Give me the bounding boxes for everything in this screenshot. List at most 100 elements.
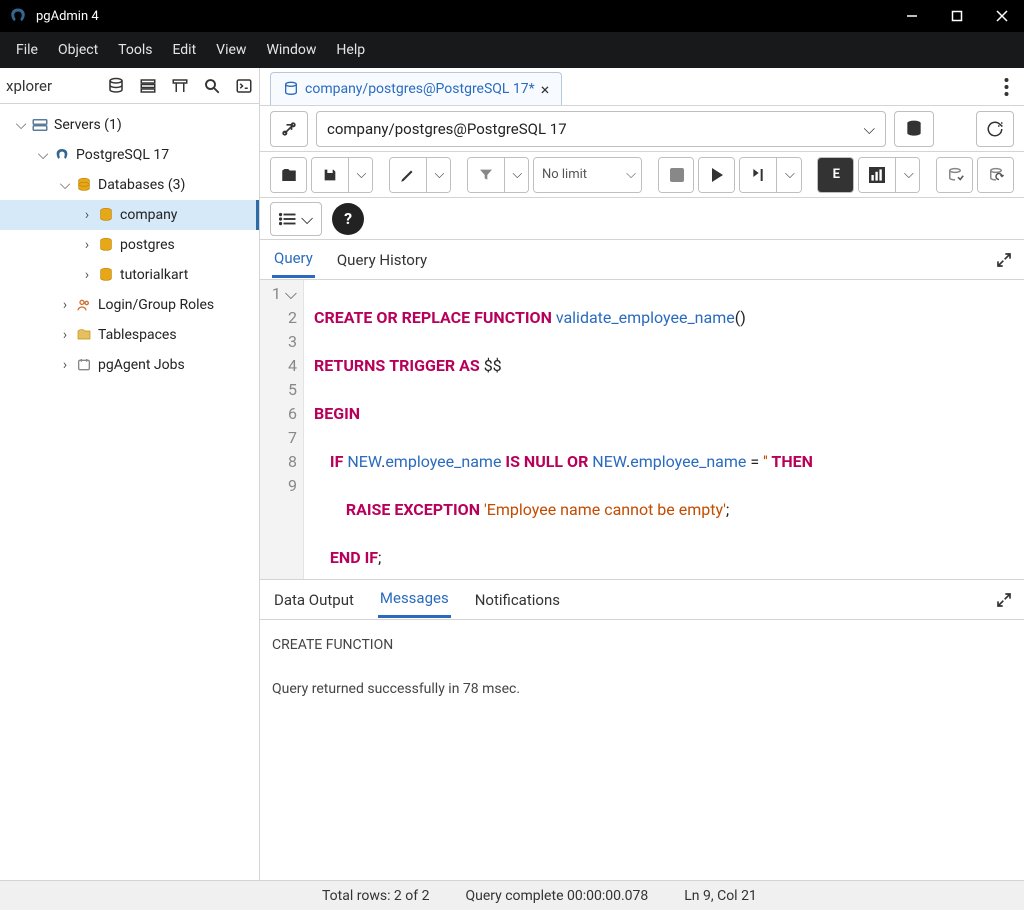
chevron-right-icon[interactable]: › — [80, 268, 94, 282]
chevron-right-icon[interactable]: › — [58, 298, 72, 312]
menu-object[interactable]: Object — [48, 38, 108, 62]
save-icon[interactable] — [312, 158, 348, 192]
menu-file[interactable]: File — [6, 38, 48, 62]
chevron-down-icon[interactable]: ⌵ — [14, 118, 28, 132]
chevron-down-icon[interactable]: ⌵ — [58, 178, 72, 192]
tree-databases[interactable]: ⌵ Databases (3) — [0, 170, 259, 200]
menu-tools[interactable]: Tools — [108, 38, 162, 62]
terminal-icon[interactable] — [229, 71, 259, 101]
connection-bar: company/postgres@PostgreSQL 17 ⌵ — [260, 106, 1024, 152]
object-tree[interactable]: ⌵ Servers (1) ⌵ PostgreSQL 17 ⌵ Database… — [0, 104, 259, 386]
output-line: Query returned successfully in 78 msec. — [272, 678, 1012, 700]
save-dropdown[interactable]: ⌵ — [348, 158, 373, 192]
stats-icon[interactable] — [165, 71, 195, 101]
tree-db-company[interactable]: › company — [0, 200, 259, 230]
chevron-down-icon[interactable]: ⌵ — [36, 148, 50, 162]
expand-icon[interactable] — [996, 592, 1012, 608]
execute-options-dropdown[interactable]: ⌵ — [776, 158, 801, 192]
sql-icon[interactable] — [133, 71, 163, 101]
search-icon[interactable] — [197, 71, 227, 101]
tree-tablespaces[interactable]: › Tablespaces — [0, 320, 259, 350]
chevron-right-icon[interactable]: › — [80, 208, 94, 222]
code-content[interactable]: CREATE OR REPLACE FUNCTION validate_empl… — [304, 280, 823, 579]
execute-options-icon[interactable] — [740, 158, 776, 192]
tab-query-tool[interactable]: company/postgres@PostgreSQL 17* × — [270, 72, 562, 105]
kebab-menu-icon[interactable] — [988, 69, 1024, 105]
edit-dropdown[interactable]: ⌵ — [426, 158, 451, 192]
output-tabs: Data Output Messages Notifications — [260, 580, 1024, 620]
connection-value: company/postgres@PostgreSQL 17 — [327, 120, 567, 138]
menu-window[interactable]: Window — [256, 38, 326, 62]
line-gutter: 1⌵ 2 3 4 5 6 7 8 9 — [260, 280, 304, 579]
database-icon — [97, 206, 115, 224]
reset-layout-icon[interactable] — [976, 111, 1014, 147]
connection-selector[interactable]: company/postgres@PostgreSQL 17 ⌵ — [316, 111, 886, 147]
document-tabs: company/postgres@PostgreSQL 17* × — [260, 68, 1024, 106]
window-title: pgAdmin 4 — [36, 9, 889, 24]
limit-selector[interactable]: No limit⌵ — [534, 158, 642, 192]
explain-icon[interactable]: E — [818, 158, 854, 192]
connection-status-icon[interactable] — [270, 111, 308, 147]
open-file-icon[interactable] — [271, 158, 307, 192]
help-icon[interactable]: ? — [332, 203, 364, 235]
chevron-right-icon[interactable]: › — [58, 328, 72, 342]
close-icon[interactable]: × — [541, 80, 550, 99]
tab-query[interactable]: Query — [272, 241, 315, 278]
execute-icon[interactable] — [699, 158, 735, 192]
sql-editor[interactable]: 1⌵ 2 3 4 5 6 7 8 9 CREATE OR REPLACE FUN… — [260, 280, 1024, 580]
active-db-icon[interactable] — [894, 111, 934, 147]
menu-help[interactable]: Help — [326, 38, 375, 62]
statusbar: Total rows: 2 of 2 Query complete 00:00:… — [0, 880, 1024, 910]
tab-notifications[interactable]: Notifications — [473, 583, 562, 617]
pgadmin-elephant-icon — [8, 6, 28, 26]
folder-icon — [75, 326, 93, 344]
database-icon — [97, 266, 115, 284]
tree-login-roles[interactable]: › Login/Group Roles — [0, 290, 259, 320]
chevron-down-icon: ⌵ — [301, 209, 313, 229]
maximize-button[interactable] — [934, 0, 979, 32]
menubar: File Object Tools Edit View Window Help — [0, 32, 1024, 68]
tree-servers[interactable]: ⌵ Servers (1) — [0, 110, 259, 140]
users-icon — [75, 296, 93, 314]
tab-label: company/postgres@PostgreSQL 17* — [305, 81, 535, 97]
chevron-down-icon: ⌵ — [864, 120, 875, 138]
commit-icon[interactable] — [937, 158, 973, 192]
tab-query-history[interactable]: Query History — [335, 243, 429, 277]
stop-icon[interactable] — [659, 158, 695, 192]
server-group-icon — [31, 116, 49, 134]
secondary-toolbar: ⌵ ? — [260, 198, 1024, 240]
menu-edit[interactable]: Edit — [162, 38, 206, 62]
rollback-icon[interactable] — [978, 158, 1014, 192]
chevron-down-icon: ⌵ — [626, 167, 636, 182]
content-area: company/postgres@PostgreSQL 17* × compan… — [260, 68, 1024, 880]
explorer-label: xplorer — [0, 77, 52, 95]
macros-icon[interactable]: ⌵ — [270, 202, 322, 236]
filter-icon[interactable] — [468, 158, 504, 192]
filter-dropdown[interactable]: ⌵ — [504, 158, 529, 192]
tab-messages[interactable]: Messages — [378, 581, 451, 618]
database-icon — [283, 81, 299, 97]
elephant-icon — [53, 146, 71, 164]
expand-icon[interactable] — [996, 252, 1012, 268]
tab-data-output[interactable]: Data Output — [272, 583, 356, 617]
tree-postgresql[interactable]: ⌵ PostgreSQL 17 — [0, 140, 259, 170]
tree-db-postgres[interactable]: › postgres — [0, 230, 259, 260]
explain-analyze-icon[interactable] — [859, 158, 895, 192]
messages-output[interactable]: CREATE FUNCTION Query returned successfu… — [260, 620, 1024, 880]
output-line: CREATE FUNCTION — [272, 634, 1012, 656]
edit-icon[interactable] — [390, 158, 426, 192]
titlebar: pgAdmin 4 — [0, 0, 1024, 32]
fold-icon[interactable]: ⌵ — [285, 282, 297, 306]
status-cursor: Ln 9, Col 21 — [684, 888, 757, 904]
editor-tabs: Query Query History — [260, 240, 1024, 280]
chevron-right-icon[interactable]: › — [58, 358, 72, 372]
tree-db-tutorialkart[interactable]: › tutorialkart — [0, 260, 259, 290]
properties-icon[interactable] — [101, 71, 131, 101]
explain-dropdown[interactable]: ⌵ — [895, 158, 920, 192]
tree-pgagent[interactable]: › pgAgent Jobs — [0, 350, 259, 380]
status-time: Query complete 00:00:00.078 — [465, 888, 648, 904]
chevron-right-icon[interactable]: › — [80, 238, 94, 252]
minimize-button[interactable] — [889, 0, 934, 32]
menu-view[interactable]: View — [206, 38, 256, 62]
close-button[interactable] — [979, 0, 1024, 32]
